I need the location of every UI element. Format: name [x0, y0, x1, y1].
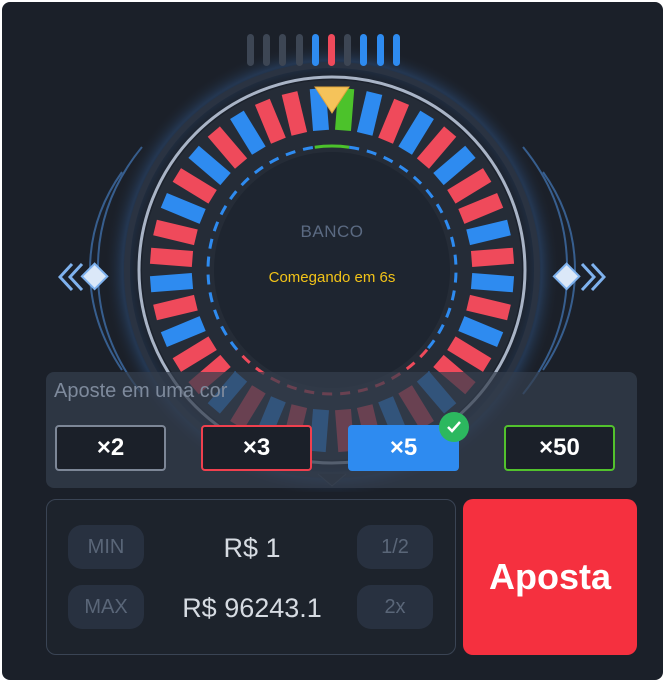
history-indicator-blue: [360, 34, 368, 66]
max-button[interactable]: MAX: [68, 585, 144, 629]
wheel-segment-red: [470, 247, 515, 267]
inner-ring-arc: [314, 144, 350, 149]
game-panel: BANCO Comegando em 6s Aposte em uma cor …: [2, 2, 663, 680]
multiplier-x3-button[interactable]: ×3: [201, 425, 312, 471]
double-button[interactable]: 2x: [357, 585, 433, 629]
history-indicator-blue: [311, 34, 319, 66]
min-button[interactable]: MIN: [68, 525, 144, 569]
multiplier-x2-button[interactable]: ×2: [55, 425, 166, 471]
history-indicator-none: [247, 34, 254, 66]
history-indicator-red: [328, 34, 335, 66]
center-label: BANCO: [300, 222, 364, 241]
right-arrow-icon[interactable]: [550, 258, 606, 296]
history-indicator-blue: [392, 34, 400, 66]
multiplier-x50-button[interactable]: ×50: [504, 425, 615, 471]
bet-amount-value[interactable]: R$ 1: [154, 533, 350, 564]
history-indicator-none: [263, 34, 271, 66]
check-icon: [439, 412, 469, 442]
place-bet-button[interactable]: Aposta: [463, 499, 637, 655]
wheel-segment-red: [149, 247, 194, 267]
bet-prompt: Aposte em uma cor: [54, 380, 228, 402]
history-indicator-blue: [376, 34, 384, 66]
amount-panel: [46, 499, 456, 655]
countdown-text: Comegando em 6s: [268, 269, 396, 286]
history-indicator-none: [295, 34, 303, 66]
max-amount-value: R$ 96243.1: [182, 593, 322, 623]
wheel-segment-blue: [470, 273, 515, 293]
history-indicator-none: [279, 34, 287, 66]
half-button[interactable]: 1/2: [357, 525, 433, 569]
wheel-segment-blue: [149, 273, 194, 293]
left-arrow-icon[interactable]: [58, 258, 114, 296]
history-indicator-none: [344, 34, 352, 66]
